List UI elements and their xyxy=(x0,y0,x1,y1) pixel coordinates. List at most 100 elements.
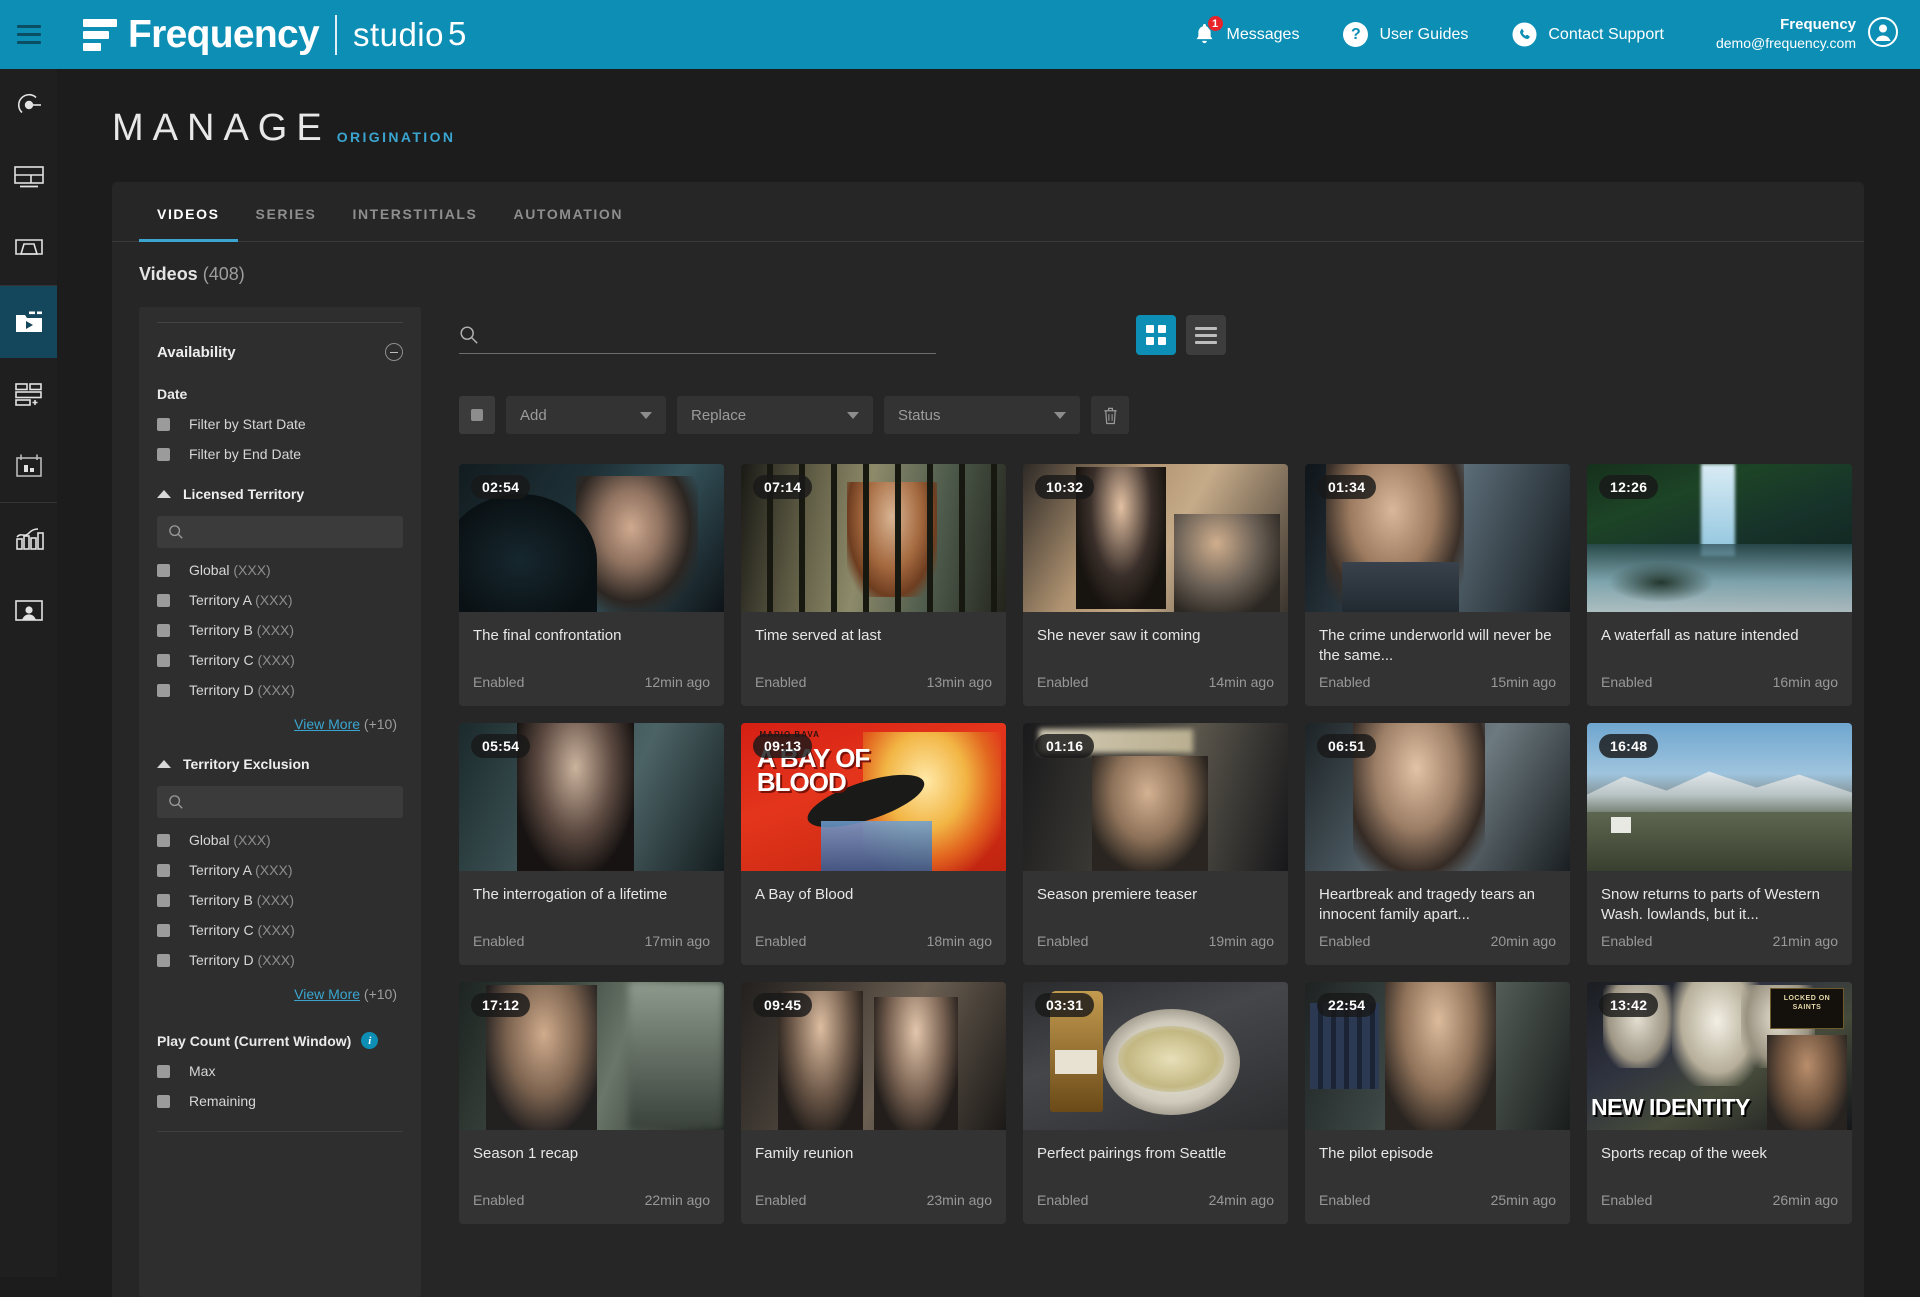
filter-start-date[interactable]: Filter by Start Date xyxy=(157,402,403,432)
checkbox[interactable] xyxy=(157,863,170,877)
checkbox[interactable] xyxy=(157,923,170,937)
video-meta: Enabled 23min ago xyxy=(741,1192,1006,1224)
search-field-wrapper[interactable] xyxy=(459,316,936,354)
video-card[interactable]: 07:14 Time served at last Enabled 13min … xyxy=(741,464,1006,706)
play-count-group: Play Count (Current Window) i xyxy=(157,1002,403,1049)
delete-button[interactable] xyxy=(1091,396,1129,434)
territory-exclusion-option[interactable]: Territory C (XXX) xyxy=(157,908,403,938)
video-thumbnail[interactable]: 09:45 xyxy=(741,982,1006,1130)
video-card[interactable]: A BAY OFBLOOD MARIO BAVA 09:13 A Bay of … xyxy=(741,723,1006,965)
avatar-icon xyxy=(1868,17,1898,52)
sidebar-item-live-channel[interactable] xyxy=(0,69,57,141)
territory-exclusion-search[interactable] xyxy=(157,786,403,818)
video-card[interactable]: 01:34 The crime underworld will never be… xyxy=(1305,464,1570,706)
checkbox[interactable] xyxy=(157,417,170,431)
contact-support-button[interactable]: Contact Support xyxy=(1512,22,1664,47)
collapse-territory-exclusion[interactable]: Territory Exclusion xyxy=(157,732,403,772)
info-icon[interactable]: i xyxy=(361,1032,379,1049)
territory-exclusion-option[interactable]: Territory A (XXX) xyxy=(157,848,403,878)
checkbox[interactable] xyxy=(157,893,170,907)
video-thumbnail[interactable]: 01:16 xyxy=(1023,723,1288,871)
video-thumbnail[interactable]: 10:32 xyxy=(1023,464,1288,612)
sidebar-item-display[interactable] xyxy=(0,213,57,285)
view-more-link[interactable]: View More xyxy=(294,986,360,1002)
replace-dropdown[interactable]: Replace xyxy=(677,396,873,434)
checkbox[interactable] xyxy=(157,653,170,667)
checkbox[interactable] xyxy=(157,683,170,697)
checkbox[interactable] xyxy=(157,623,170,637)
account-name: Frequency xyxy=(1780,16,1856,34)
video-card[interactable]: 02:54 The final confrontation Enabled 12… xyxy=(459,464,724,706)
licensed-territory-search[interactable] xyxy=(157,516,403,548)
video-card[interactable]: NEW IDENTITY LOCKED ON SAINTS 13:42 Sport… xyxy=(1587,982,1852,1224)
video-card[interactable]: 06:51 Heartbreak and tragedy tears an in… xyxy=(1305,723,1570,965)
checkbox[interactable] xyxy=(157,593,170,607)
territory-exclusion-option[interactable]: Territory D (XXX) xyxy=(157,938,403,968)
account-menu[interactable]: Frequency demo@frequency.com xyxy=(1716,16,1898,52)
status-dropdown[interactable]: Status xyxy=(884,396,1080,434)
tab-series[interactable]: SERIES xyxy=(238,182,335,241)
video-status: Enabled xyxy=(755,674,807,690)
play-count-remaining[interactable]: Remaining xyxy=(157,1079,403,1109)
video-card[interactable]: 17:12 Season 1 recap Enabled 22min ago xyxy=(459,982,724,1224)
sidebar-item-media[interactable] xyxy=(0,286,57,358)
hamburger-menu-icon[interactable] xyxy=(0,0,57,69)
sidebar-item-audience[interactable] xyxy=(0,575,57,647)
licensed-territory-option[interactable]: Territory C (XXX) xyxy=(157,638,403,668)
video-card[interactable]: 09:45 Family reunion Enabled 23min ago xyxy=(741,982,1006,1224)
video-thumbnail[interactable]: A BAY OFBLOOD MARIO BAVA 09:13 xyxy=(741,723,1006,871)
video-card[interactable]: 05:54 The interrogation of a lifetime En… xyxy=(459,723,724,965)
tab-interstitials[interactable]: INTERSTITIALS xyxy=(334,182,495,241)
collapse-licensed-territory[interactable]: Licensed Territory xyxy=(157,462,403,502)
sidebar-item-layouts[interactable] xyxy=(0,141,57,213)
video-card[interactable]: 12:26 A waterfall as nature intended Ena… xyxy=(1587,464,1852,706)
add-dropdown[interactable]: Add xyxy=(506,396,666,434)
sidebar-item-schedule[interactable] xyxy=(0,430,57,502)
collapse-availability-icon[interactable] xyxy=(385,343,403,361)
sidebar-item-add-playlist[interactable] xyxy=(0,358,57,430)
view-more-link[interactable]: View More xyxy=(294,716,360,732)
checkbox[interactable] xyxy=(157,447,170,461)
brand-logo[interactable]: Frequency studio 5 xyxy=(83,14,467,55)
play-count-max[interactable]: Max xyxy=(157,1049,403,1079)
video-thumbnail[interactable]: 17:12 xyxy=(459,982,724,1130)
video-thumbnail[interactable]: 01:34 xyxy=(1305,464,1570,612)
user-guides-button[interactable]: ? User Guides xyxy=(1343,22,1468,47)
territory-exclusion-option[interactable]: Global (XXX) xyxy=(157,818,403,848)
video-updated: 18min ago xyxy=(926,933,992,949)
list-view-button[interactable] xyxy=(1186,315,1226,355)
checkbox[interactable] xyxy=(157,563,170,577)
video-card[interactable]: 03:31 Perfect pairings from Seattle Enab… xyxy=(1023,982,1288,1224)
checkbox[interactable] xyxy=(157,1064,170,1078)
tab-videos[interactable]: VIDEOS xyxy=(139,182,238,242)
video-thumbnail[interactable]: NEW IDENTITY LOCKED ON SAINTS 13:42 xyxy=(1587,982,1852,1130)
video-card[interactable]: 16:48 Snow returns to parts of Western W… xyxy=(1587,723,1852,965)
tab-automation[interactable]: AUTOMATION xyxy=(496,182,642,241)
video-thumbnail[interactable]: 16:48 xyxy=(1587,723,1852,871)
sidebar-item-analytics[interactable] xyxy=(0,503,57,575)
video-thumbnail[interactable]: 02:54 xyxy=(459,464,724,612)
video-thumbnail[interactable]: 22:54 xyxy=(1305,982,1570,1130)
filter-end-date[interactable]: Filter by End Date xyxy=(157,432,403,462)
checkbox[interactable] xyxy=(157,953,170,967)
video-thumbnail[interactable]: 07:14 xyxy=(741,464,1006,612)
territory-exclusion-option[interactable]: Territory B (XXX) xyxy=(157,878,403,908)
option-label: Territory B (XXX) xyxy=(189,892,295,908)
search-input[interactable] xyxy=(493,326,913,343)
grid-view-button[interactable] xyxy=(1136,315,1176,355)
video-thumbnail[interactable]: 03:31 xyxy=(1023,982,1288,1130)
licensed-territory-option[interactable]: Global (XXX) xyxy=(157,548,403,578)
licensed-territory-option[interactable]: Territory A (XXX) xyxy=(157,578,403,608)
licensed-territory-option[interactable]: Territory D (XXX) xyxy=(157,668,403,698)
video-card[interactable]: 01:16 Season premiere teaser Enabled 19m… xyxy=(1023,723,1288,965)
video-thumbnail[interactable]: 05:54 xyxy=(459,723,724,871)
video-card[interactable]: 10:32 She never saw it coming Enabled 14… xyxy=(1023,464,1288,706)
licensed-territory-option[interactable]: Territory B (XXX) xyxy=(157,608,403,638)
messages-button[interactable]: 1 Messages xyxy=(1193,15,1299,47)
video-card[interactable]: 22:54 The pilot episode Enabled 25min ag… xyxy=(1305,982,1570,1224)
checkbox[interactable] xyxy=(157,833,170,847)
select-all-checkbox[interactable] xyxy=(459,396,495,434)
video-thumbnail[interactable]: 06:51 xyxy=(1305,723,1570,871)
checkbox[interactable] xyxy=(157,1094,170,1108)
video-thumbnail[interactable]: 12:26 xyxy=(1587,464,1852,612)
